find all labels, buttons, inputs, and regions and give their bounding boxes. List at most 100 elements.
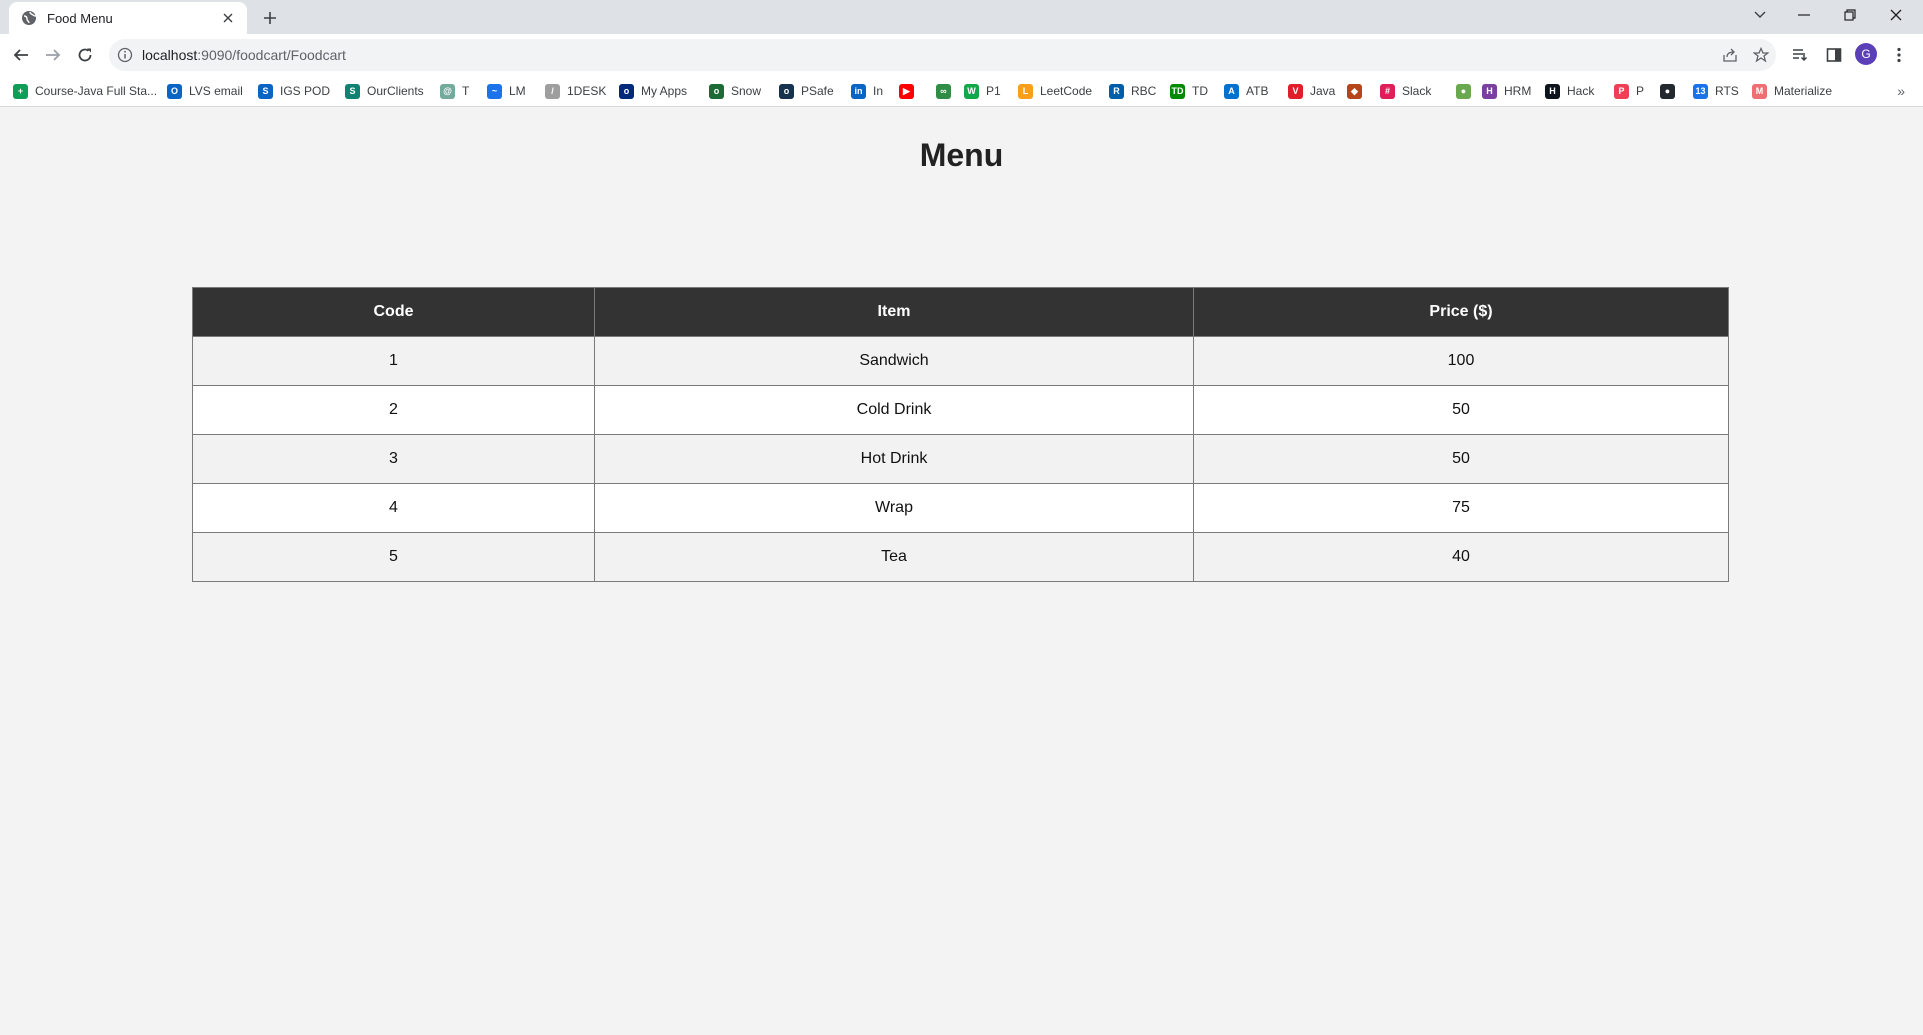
servicenow-icon: o [709, 83, 724, 99]
bookmark-item[interactable]: R RBC [1109, 82, 1156, 100]
share-icon[interactable] [1720, 45, 1740, 65]
url-text: localhost:9090/foodcart/Foodcart [142, 47, 346, 63]
bookmark-label: P [1636, 84, 1645, 98]
price-cell: 75 [1193, 483, 1729, 533]
bookmark-label: In [873, 84, 884, 98]
bookmark-item[interactable]: ● [1456, 82, 1478, 100]
bookmark-label: T [462, 84, 470, 98]
new-tab-icon[interactable] [259, 7, 281, 29]
code-cell: 1 [192, 336, 595, 386]
reading-list-icon[interactable] [1788, 43, 1812, 67]
bookmark-item[interactable]: / 1DESK [545, 82, 606, 100]
geeksforgeeks-icon: ∞ [936, 83, 951, 99]
leetcode-icon: L [1018, 83, 1033, 99]
bookmark-item[interactable]: O LVS email [167, 82, 243, 100]
bookmark-label: Course-Java Full Sta... [35, 84, 158, 98]
bookmark-item[interactable]: o Snow [709, 82, 761, 100]
kebab-menu-icon[interactable] [1887, 43, 1911, 67]
bookmark-label: LM [509, 84, 526, 98]
more-bookmarks-icon[interactable]: » [1897, 83, 1905, 99]
bookmark-item[interactable]: @ T [440, 82, 469, 100]
globe-icon: ● [1456, 83, 1471, 99]
item-cell: Wrap [594, 483, 1194, 533]
price-cell: 50 [1193, 434, 1729, 484]
bookmark-label: ATB [1246, 84, 1269, 98]
bookmark-item[interactable]: ● [1660, 82, 1682, 100]
minimize-icon[interactable] [1781, 0, 1827, 30]
close-window-icon[interactable] [1873, 0, 1919, 30]
bookmark-item[interactable]: PP [1614, 82, 1644, 100]
bookmark-label: LeetCode [1040, 84, 1093, 98]
td-icon: TD [1170, 83, 1185, 99]
bookmark-item[interactable]: ▶ [899, 82, 921, 100]
column-header-code: Code [192, 287, 595, 337]
bookmark-item[interactable]: in In [851, 82, 883, 100]
bookmark-item[interactable]: S OurClients [345, 82, 424, 100]
item-cell: Hot Drink [594, 434, 1194, 484]
item-cell: Cold Drink [594, 385, 1194, 435]
bookmark-item[interactable]: W P1 [964, 82, 1001, 100]
bookmark-item[interactable]: o My Apps [619, 82, 687, 100]
column-header-item: Item [594, 287, 1194, 337]
table-row: 4 Wrap 75 [192, 483, 1729, 533]
bookmark-item[interactable]: ~ LM [487, 82, 526, 100]
table-row: 1 Sandwich 100 [192, 336, 1729, 386]
bookmark-star-icon[interactable] [1751, 45, 1771, 65]
bookmark-item[interactable]: # Slack [1380, 82, 1431, 100]
globe-icon [21, 10, 37, 26]
bookmark-label: My Apps [641, 84, 688, 98]
bookmark-item[interactable]: ◆ [1347, 82, 1369, 100]
close-tab-icon[interactable] [219, 9, 237, 27]
code-cell: 5 [192, 532, 595, 582]
bookmark-item[interactable]: ∞ [936, 82, 958, 100]
bookmark-label: P1 [986, 84, 1001, 98]
bookmark-item[interactable]: M Materialize [1752, 82, 1832, 100]
code-cell: 2 [192, 385, 595, 435]
address-bar[interactable]: localhost:9090/foodcart/Foodcart [109, 39, 1776, 71]
bookmark-label: RTS [1715, 84, 1739, 98]
bookmark-item[interactable]: A ATB [1224, 82, 1268, 100]
bookmark-label: LVS email [189, 84, 243, 98]
browser-tab[interactable]: Food Menu [9, 2, 247, 34]
bookmark-label: HRM [1504, 84, 1532, 98]
bookmark-item[interactable]: H Hack [1545, 82, 1594, 100]
bookmark-item[interactable]: + Course-Java Full Sta... [13, 82, 157, 100]
bookmark-item[interactable]: 13 RTS [1693, 82, 1739, 100]
profile-avatar[interactable]: G [1855, 43, 1877, 65]
tab-search-icon[interactable] [1737, 0, 1783, 30]
code-cell: 4 [192, 483, 595, 533]
bookmark-item[interactable]: TD TD [1170, 82, 1208, 100]
calendar-icon: 13 [1693, 83, 1708, 99]
w-icon: W [964, 83, 979, 99]
table-row: 3 Hot Drink 50 [192, 434, 1729, 484]
hrm-icon: H [1482, 83, 1497, 99]
browser-toolbar: localhost:9090/foodcart/Foodcart G [0, 34, 1923, 76]
hackerrank-icon: H [1545, 83, 1560, 99]
bookmark-label: TD [1192, 84, 1208, 98]
site-info-icon[interactable] [117, 47, 133, 63]
forward-icon[interactable] [41, 43, 65, 67]
reload-icon[interactable] [73, 43, 97, 67]
bookmark-item[interactable]: V Java [1288, 82, 1335, 100]
bookmark-label: PSafe [801, 84, 834, 98]
back-icon[interactable] [9, 43, 33, 67]
price-cell: 50 [1193, 385, 1729, 435]
shield-icon: ◆ [1347, 83, 1362, 99]
table-header-row: Code Item Price ($) [192, 287, 1729, 337]
bookmark-item[interactable]: L LeetCode [1018, 82, 1092, 100]
url-host: localhost [142, 47, 198, 63]
side-panel-icon[interactable] [1822, 43, 1846, 67]
table-row: 2 Cold Drink 50 [192, 385, 1729, 435]
bookmarks-bar: » + Course-Java Full Sta... O LVS email S IGS… [0, 76, 1923, 107]
bookmark-item[interactable]: o PSafe [779, 82, 834, 100]
restore-icon[interactable] [1827, 0, 1873, 30]
bookmark-item[interactable]: S IGS POD [258, 82, 330, 100]
bookmark-item[interactable]: H HRM [1482, 82, 1531, 100]
bookmark-label: Materialize [1774, 84, 1833, 98]
tab-strip: Food Menu [0, 0, 1923, 34]
bookmark-label: IGS POD [280, 84, 331, 98]
menu-table: Code Item Price ($) 1 Sandwich 100 2 Col… [192, 287, 1729, 582]
bookmark-label: Hack [1567, 84, 1595, 98]
table-row: 5 Tea 40 [192, 532, 1729, 582]
bookmark-label: RBC [1131, 84, 1157, 98]
